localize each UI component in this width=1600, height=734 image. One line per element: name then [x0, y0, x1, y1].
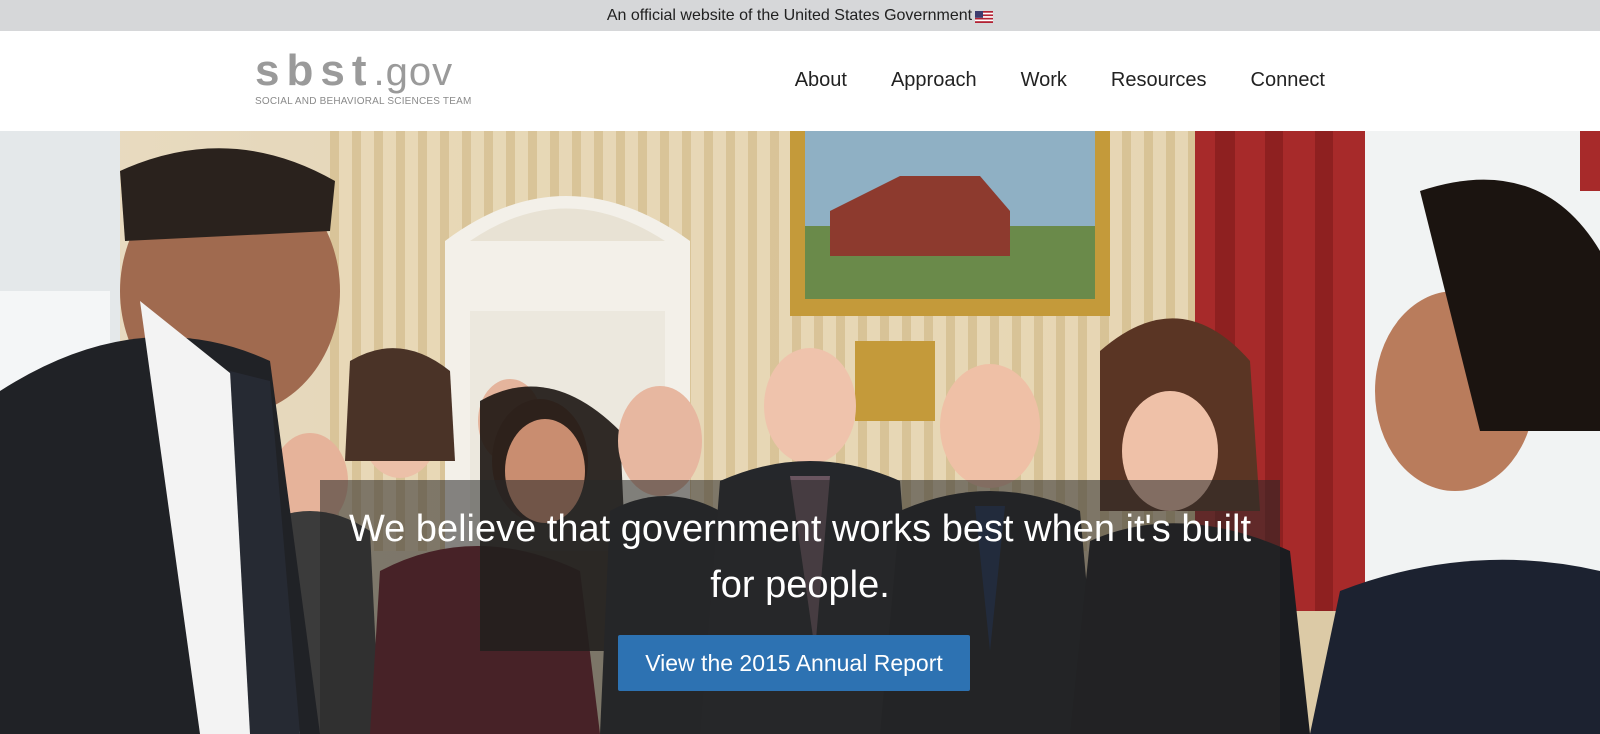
nav-item-about[interactable]: About [795, 69, 847, 92]
gov-banner-text: An official website of the United States… [606, 6, 973, 24]
logo-tagline: SOCIAL AND BEHAVIORAL SCIENCES TEAM [255, 96, 472, 107]
logo-main-text: sbst [255, 46, 374, 95]
annual-report-button[interactable]: View the 2015 Annual Report [618, 635, 970, 691]
nav-item-approach[interactable]: Approach [891, 69, 977, 92]
site-logo[interactable]: sbst .gov SOCIAL AND BEHAVIORAL SCIENCES… [255, 49, 475, 119]
nav-item-resources[interactable]: Resources [1111, 69, 1207, 92]
logo-suffix-text: .gov [373, 50, 454, 94]
logo-wordmark: sbst .gov [255, 49, 475, 93]
gov-banner: An official website of the United States… [0, 0, 1600, 31]
site-header: sbst .gov SOCIAL AND BEHAVIORAL SCIENCES… [0, 31, 1600, 131]
hero-section: We believe that government works best wh… [0, 131, 1600, 734]
hero-headline: We believe that government works best wh… [348, 508, 1252, 606]
us-flag-icon [975, 10, 994, 23]
nav-item-connect[interactable]: Connect [1251, 69, 1326, 92]
nav-item-work[interactable]: Work [1021, 69, 1067, 92]
main-nav: About Approach Work Resources Connect [795, 69, 1325, 92]
